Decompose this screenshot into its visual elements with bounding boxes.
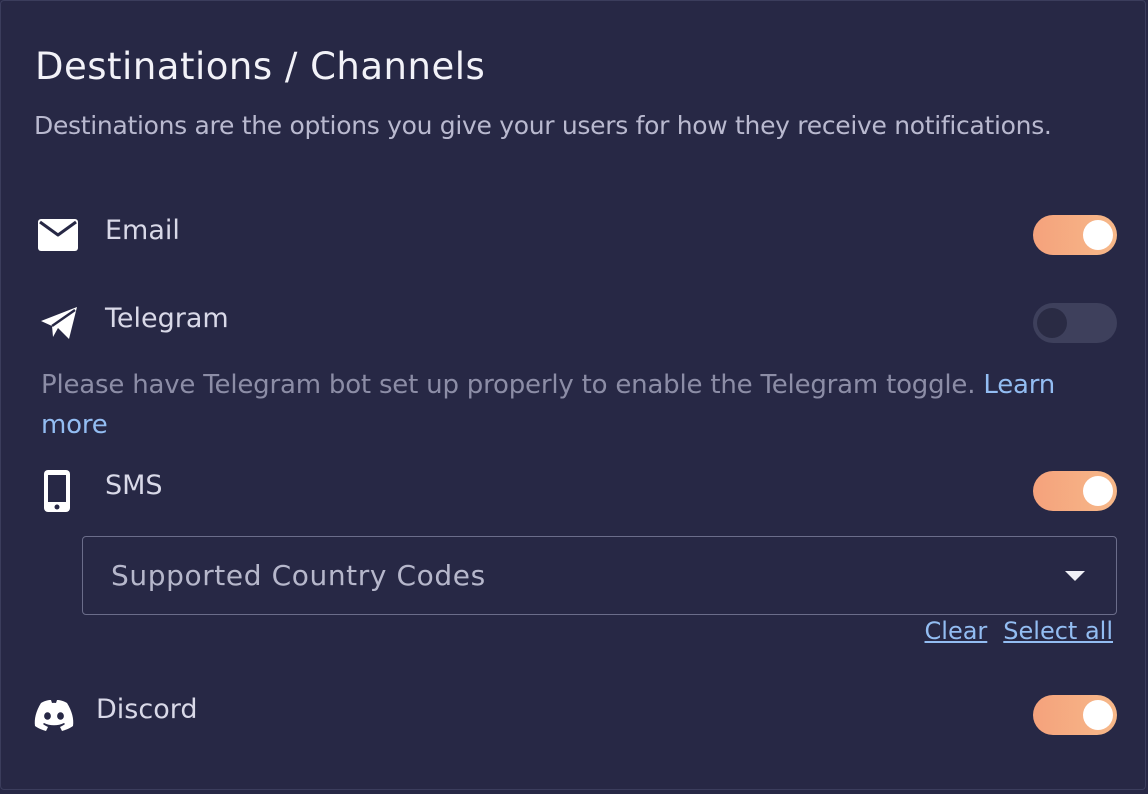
discord-icon: [33, 698, 75, 732]
caret-down-icon: [1065, 571, 1085, 581]
select-all-link[interactable]: Select all: [1003, 617, 1113, 645]
channel-label-telegram: Telegram: [105, 303, 229, 334]
telegram-toggle: [1033, 303, 1117, 343]
clear-link[interactable]: Clear: [925, 617, 988, 645]
mobile-phone-icon: [42, 469, 72, 513]
toggle-knob: [1083, 700, 1113, 730]
channel-label-email: Email: [105, 215, 180, 246]
country-codes-placeholder: Supported Country Codes: [111, 559, 486, 592]
destinations-panel: Destinations / Channels Destinations are…: [0, 0, 1146, 790]
paper-plane-icon: [39, 305, 79, 341]
sms-toggle[interactable]: [1033, 471, 1117, 511]
channel-label-sms: SMS: [105, 470, 163, 501]
select-actions: Clear Select all: [925, 617, 1113, 645]
page-subtitle: Destinations are the options you give yo…: [34, 111, 1052, 140]
email-toggle[interactable]: [1033, 215, 1117, 255]
telegram-note-text: Please have Telegram bot set up properly…: [41, 370, 984, 400]
toggle-knob: [1083, 476, 1113, 506]
toggle-knob: [1037, 308, 1067, 338]
envelope-icon: [37, 218, 79, 252]
page-title: Destinations / Channels: [35, 45, 486, 88]
country-codes-select[interactable]: Supported Country Codes: [82, 536, 1117, 615]
toggle-knob: [1083, 220, 1113, 250]
telegram-setup-note: Please have Telegram bot set up properly…: [41, 365, 1121, 445]
discord-toggle[interactable]: [1033, 695, 1117, 735]
channel-label-discord: Discord: [96, 694, 198, 725]
